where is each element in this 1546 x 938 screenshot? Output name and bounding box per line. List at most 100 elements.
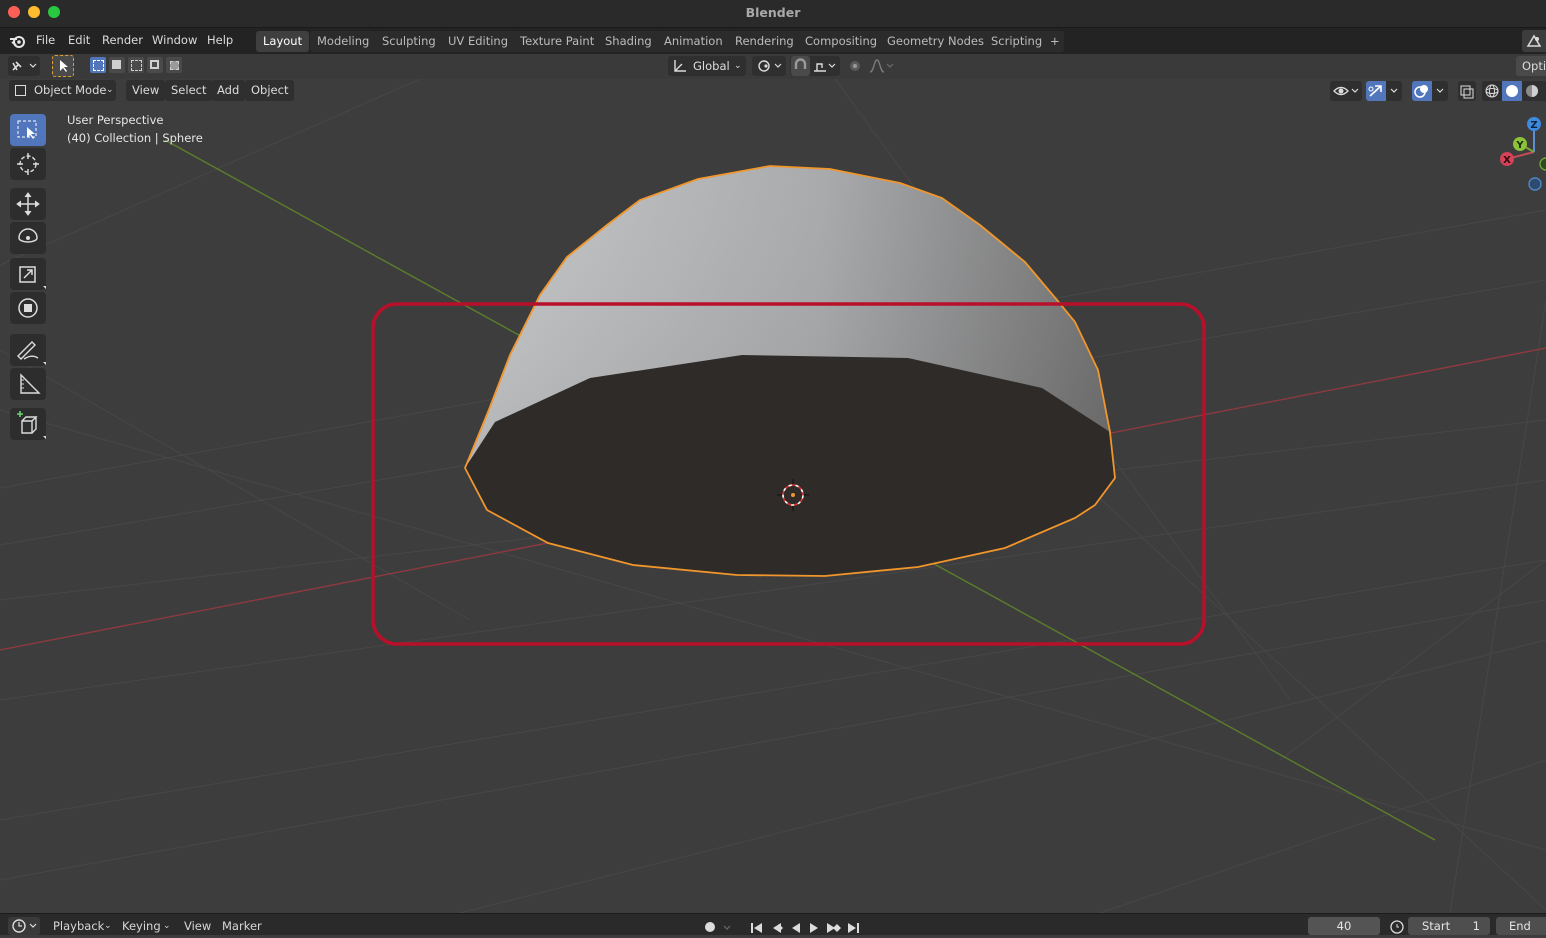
measure-ruler-icon [20, 373, 41, 394]
jump-to-keyframe-next-icon[interactable] [827, 923, 841, 933]
gizmo-toggle-button[interactable] [1366, 81, 1386, 101]
overlays-dropdown[interactable] [1432, 81, 1448, 101]
select-extend-button[interactable] [109, 57, 125, 73]
magnet-icon [794, 58, 807, 69]
tool-add-cube[interactable] [10, 408, 46, 440]
shading-wireframe-button[interactable] [1482, 81, 1502, 101]
timeline-view-menu[interactable]: View [184, 917, 211, 935]
tab-sculpting[interactable]: Sculpting [375, 31, 443, 52]
window-title: Blender [745, 5, 801, 20]
tool-rotate[interactable] [10, 222, 46, 254]
tool-move[interactable] [10, 188, 46, 220]
tab-scripting[interactable]: Scripting [984, 31, 1050, 52]
select-intersect-icon [170, 61, 179, 70]
select-subtract-button[interactable] [128, 57, 144, 73]
chevron-down-icon: ⌄ [163, 921, 171, 931]
tweak-tool-button[interactable] [52, 55, 74, 77]
select-extend-icon [112, 60, 121, 69]
shading-solid-button[interactable] [1502, 81, 1522, 101]
shading-rendered-button[interactable] [1542, 81, 1546, 101]
viewport-menu-object[interactable]: Object [245, 80, 295, 101]
menu-file[interactable]: File [36, 28, 55, 54]
start-frame-value: 1 [1472, 919, 1480, 933]
select-new-button[interactable] [90, 57, 106, 73]
select-intersect-button[interactable] [166, 57, 182, 73]
xray-toggle-button[interactable] [1458, 81, 1476, 101]
tool-scale[interactable] [10, 258, 46, 290]
shading-material-button[interactable] [1522, 81, 1542, 101]
tab-texture-paint[interactable]: Texture Paint [513, 31, 602, 52]
gizmo-neg-y-axis[interactable] [1539, 157, 1546, 171]
tab-shading[interactable]: Shading [598, 31, 659, 52]
stopwatch-icon [1390, 920, 1404, 934]
snap-toggle-button[interactable] [791, 56, 810, 76]
clock-icon [12, 919, 37, 933]
menu-edit[interactable]: Edit [68, 28, 90, 54]
tool-transform[interactable] [10, 292, 46, 324]
marker-menu[interactable]: Marker [222, 917, 262, 935]
pivot-point-dropdown[interactable] [752, 56, 786, 76]
tool-annotate[interactable] [10, 334, 46, 366]
tab-animation[interactable]: Animation [657, 31, 730, 52]
visibility-dropdown[interactable] [1330, 81, 1362, 101]
editor-type-dropdown[interactable] [8, 56, 40, 76]
play-reverse-icon[interactable] [792, 923, 800, 933]
overlays-toggle-button[interactable] [1412, 81, 1432, 101]
scene-selector-button[interactable] [1522, 30, 1546, 52]
menu-render[interactable]: Render [102, 28, 143, 54]
start-frame-field[interactable]: Start 1 [1408, 917, 1490, 935]
mode-label: Object Mode [34, 83, 107, 97]
tab-compositing[interactable]: Compositing [798, 31, 885, 52]
falloff-dropdown[interactable] [868, 56, 896, 76]
viewport-menu-add[interactable]: Add [211, 80, 246, 101]
options-button[interactable]: Opti [1516, 56, 1546, 76]
proportional-editing-group [846, 56, 898, 76]
tab-geometry-nodes[interactable]: Geometry Nodes [880, 31, 992, 52]
select-box-icon [17, 120, 37, 139]
transform-icon [18, 298, 38, 318]
tab-rendering[interactable]: Rendering [728, 31, 801, 52]
chevron-down-icon [1390, 88, 1398, 93]
playback-menu[interactable]: Playback [53, 917, 104, 935]
tab-uv-editing[interactable]: UV Editing [441, 31, 515, 52]
viewport-collection-label: (40) Collection | Sphere [67, 131, 203, 145]
keying-menu[interactable]: Keying [122, 917, 161, 935]
menu-help[interactable]: Help [207, 28, 233, 54]
transform-orientation-dropdown[interactable]: Global ⌄ [668, 56, 746, 76]
menu-window[interactable]: Window [152, 28, 197, 54]
viewport-display-controls [1328, 81, 1546, 101]
preview-range-toggle[interactable] [1388, 917, 1406, 935]
select-invert-button[interactable] [147, 57, 163, 73]
blender-logo-icon[interactable] [9, 32, 27, 50]
tool-select-box[interactable] [10, 114, 46, 146]
viewport-3d[interactable]: Z X Y [0, 79, 1546, 913]
select-subtract-icon [131, 60, 142, 71]
viewport-menu-select[interactable]: Select [165, 80, 213, 101]
tool-cursor[interactable] [10, 148, 46, 180]
rotate-icon [18, 228, 38, 243]
snap-target-dropdown[interactable] [812, 56, 838, 76]
tab-modeling[interactable]: Modeling [310, 31, 377, 52]
solid-sphere-icon [1506, 85, 1518, 97]
viewport-menu-view[interactable]: View [126, 80, 166, 101]
editor-type-icon [12, 61, 37, 71]
object-mode-icon [15, 85, 26, 96]
jump-to-start-icon[interactable] [751, 923, 762, 933]
auto-keying-toggle[interactable] [700, 917, 736, 935]
add-cube-icon [17, 411, 46, 439]
chevron-down-icon: ⌄ [734, 61, 742, 71]
play-icon[interactable] [810, 923, 818, 933]
gizmo-neg-z-axis[interactable] [1528, 177, 1542, 191]
add-workspace-button[interactable]: + [1046, 31, 1064, 52]
timeline-editor-type-dropdown[interactable] [8, 917, 40, 935]
jump-to-keyframe-prev-icon[interactable] [773, 923, 783, 933]
end-frame-field[interactable]: End [1496, 917, 1546, 935]
mode-dropdown[interactable]: Object Mode ⌄ [9, 80, 116, 101]
tool-measure[interactable] [10, 368, 46, 400]
gizmo-dropdown[interactable] [1386, 81, 1402, 101]
tab-layout[interactable]: Layout [256, 31, 310, 52]
proportional-editing-toggle[interactable] [846, 56, 864, 76]
jump-to-end-icon[interactable] [848, 923, 859, 933]
current-frame-field[interactable]: 40 [1308, 917, 1380, 935]
xray-icon [1460, 85, 1474, 99]
